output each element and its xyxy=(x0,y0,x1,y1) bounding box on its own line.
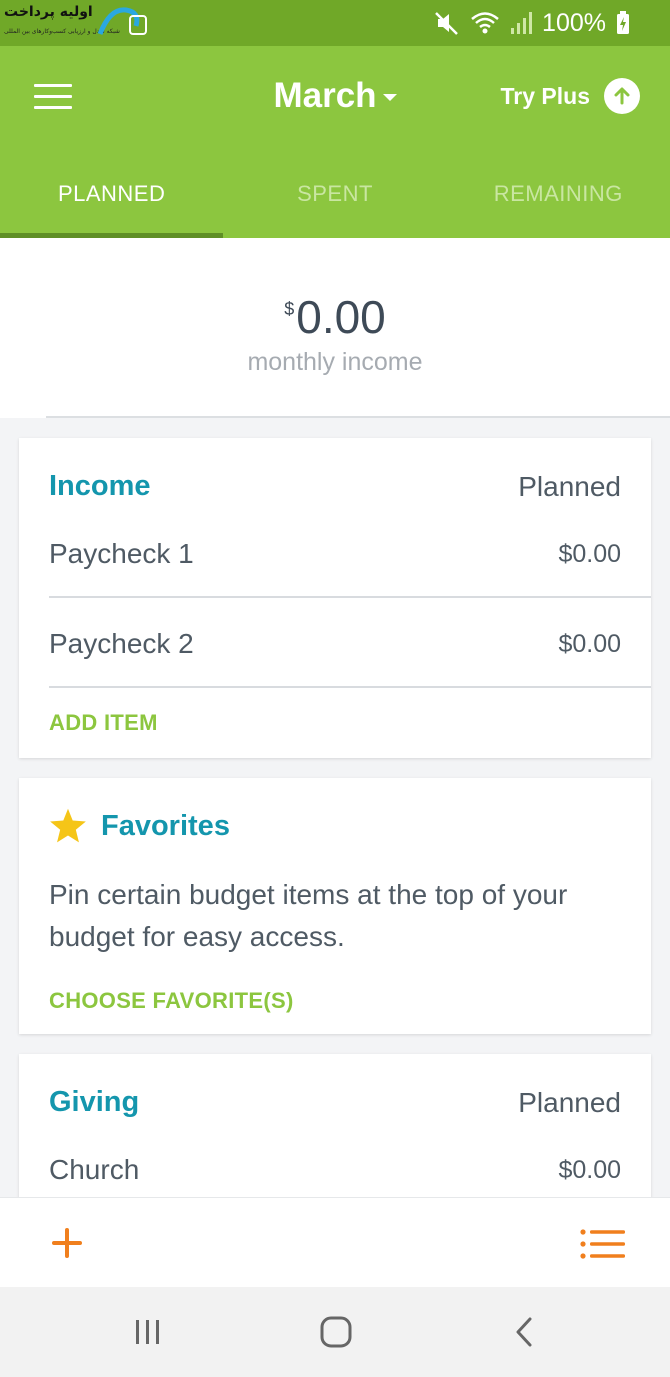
watermark-text: اولیه پرداخت xyxy=(4,4,93,20)
favorites-header: Favorites xyxy=(49,808,230,844)
giving-card-header: Giving Planned xyxy=(49,1086,621,1119)
watermark-logo: اولیه پرداخت شبکه تبادل و ارزیابی کسب‌وک… xyxy=(0,2,160,42)
amount-value: 0.00 xyxy=(296,291,386,343)
income-column-label: Planned xyxy=(518,470,621,502)
budget-item-row[interactable]: Church $0.00 xyxy=(49,1150,651,1190)
favorites-description: Pin certain budget items at the top of y… xyxy=(49,879,568,952)
plus-icon[interactable] xyxy=(50,1226,84,1260)
watermark-emblem-icon xyxy=(97,7,147,35)
item-label: Paycheck 1 xyxy=(49,538,194,569)
system-nav-bar xyxy=(0,1287,670,1377)
giving-title: Giving xyxy=(49,1086,140,1118)
status-bar: اولیه پرداخت شبکه تبادل و ارزیابی کسب‌وک… xyxy=(0,0,670,46)
tab-bar: PLANNED SPENT REMAINING xyxy=(0,176,670,238)
income-summary: $0.00 monthly income xyxy=(0,238,670,418)
bottom-toolbar xyxy=(0,1197,670,1287)
giving-column-label: Planned xyxy=(518,1086,621,1118)
budget-item-row[interactable]: Paycheck 1 $0.00 xyxy=(49,534,651,574)
favorites-card: Favorites Pin certain budget items at th… xyxy=(19,778,651,1034)
tab-spent[interactable]: SPENT xyxy=(223,176,446,238)
favorites-title: Favorites xyxy=(101,809,230,842)
income-title: Income xyxy=(49,470,151,502)
tab-planned[interactable]: PLANNED xyxy=(0,176,224,238)
item-label: Paycheck 2 xyxy=(49,628,194,659)
add-item-button[interactable]: ADD ITEM xyxy=(49,710,158,736)
star-icon xyxy=(50,808,86,843)
item-label: Church xyxy=(49,1154,140,1185)
try-plus-button[interactable]: Try Plus xyxy=(501,78,640,114)
recent-apps-icon[interactable] xyxy=(118,1309,178,1355)
menu-icon[interactable] xyxy=(34,84,72,110)
home-icon[interactable] xyxy=(306,1309,366,1355)
budget-item-row[interactable]: Paycheck 2 $0.00 xyxy=(49,624,651,664)
divider xyxy=(49,686,651,688)
mute-icon xyxy=(435,12,458,35)
list-icon[interactable] xyxy=(580,1228,626,1260)
item-amount: $0.00 xyxy=(558,629,621,658)
divider xyxy=(49,596,651,598)
back-icon[interactable] xyxy=(494,1309,554,1355)
item-amount: $0.00 xyxy=(558,539,621,568)
battery-percent: 100% xyxy=(542,8,606,37)
choose-favorites-button[interactable]: CHOOSE FAVORITE(S) xyxy=(49,988,294,1014)
month-selector[interactable]: March xyxy=(273,76,397,115)
app-header: March Try Plus PLANNED SPENT REMAINING xyxy=(0,46,670,238)
caret-down-icon xyxy=(382,94,397,102)
giving-card: Giving Planned Church $0.00 xyxy=(19,1054,651,1214)
income-card-header: Income Planned xyxy=(49,470,621,503)
currency-symbol: $ xyxy=(284,299,295,319)
signal-icon xyxy=(511,12,533,34)
income-card: Income Planned Paycheck 1 $0.00 Paycheck… xyxy=(19,438,651,758)
try-plus-label: Try Plus xyxy=(500,82,590,109)
month-label: March xyxy=(273,76,377,115)
monthly-income-amount: $0.00 xyxy=(0,290,670,344)
divider xyxy=(46,416,670,418)
item-amount: $0.00 xyxy=(558,1155,621,1184)
arrow-up-icon xyxy=(604,78,640,114)
tab-remaining[interactable]: REMAINING xyxy=(447,176,670,238)
monthly-income-label: monthly income xyxy=(247,348,423,376)
wifi-icon xyxy=(471,12,499,34)
battery-icon xyxy=(617,11,629,34)
